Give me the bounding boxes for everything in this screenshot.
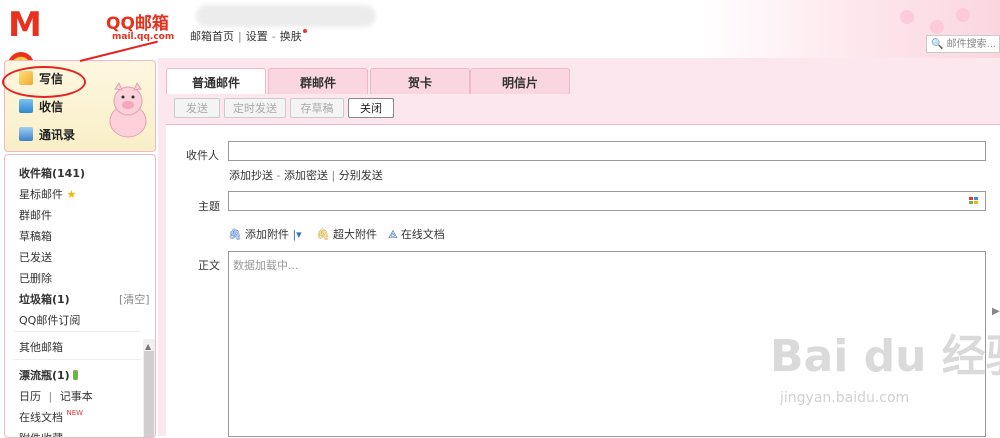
folder-sidebar: 收件箱(141) 星标邮件 ★ 群邮件 草稿箱 已发送 已删除 垃圾箱(1) [… <box>4 154 156 438</box>
search-icon: 🔍 <box>931 39 944 50</box>
new-dot-icon <box>302 29 307 33</box>
mail-search-input[interactable]: 🔍 邮件搜索... <box>926 35 1000 53</box>
close-button[interactable]: 关闭 <box>348 98 394 118</box>
folder-attachment-collection[interactable]: 附件收藏 <box>19 430 63 437</box>
send-button[interactable]: 发送 <box>174 98 220 118</box>
folder-subscription[interactable]: QQ邮件订阅 <box>19 312 80 328</box>
contacts-button[interactable]: 通讯录 <box>19 125 75 145</box>
logo-qq-mail: QQ邮箱 <box>106 14 169 34</box>
tab-greeting-card[interactable]: 贺卡 <box>370 68 470 94</box>
attachment-dropdown-icon[interactable]: |▾ <box>292 228 301 241</box>
folder-online-docs[interactable]: 在线文档 NEW <box>19 409 83 425</box>
logo-url: mail.qq.com <box>112 32 175 42</box>
new-badge: NEW <box>66 409 84 417</box>
notepad-link[interactable]: 记事本 <box>60 390 93 403</box>
folder-starred[interactable]: 星标邮件 ★ <box>19 186 76 202</box>
subject-label: 主题 <box>198 200 220 213</box>
paperclip-icon: 🖇 <box>228 228 242 241</box>
top-links: 邮箱首页 | 设置 - 换肤 <box>190 28 307 44</box>
folder-deleted[interactable]: 已删除 <box>19 270 52 286</box>
schedule-send-button[interactable]: 定时发送 <box>224 98 286 118</box>
blurred-user-info <box>196 5 376 27</box>
baidu-watermark: Bai du 经验 <box>770 331 1000 382</box>
stationery-picker-icon[interactable] <box>969 197 979 205</box>
add-attachment-button[interactable]: 🖇 添加附件 |▾ <box>228 226 302 242</box>
subject-input[interactable] <box>228 191 986 211</box>
folder-drafts[interactable]: 草稿箱 <box>19 228 52 244</box>
to-label: 收件人 <box>186 149 219 162</box>
header: Mil QQ邮箱 mail.qq.com 邮箱首页|设置-换肤 🔍 邮件搜索..… <box>0 0 1000 125</box>
recipient-options: 添加抄送 - 添加密送 | 分别发送 <box>229 167 383 183</box>
mail-home-link[interactable]: 邮箱首页 <box>190 30 234 43</box>
separator: - <box>271 30 276 43</box>
divider <box>13 359 141 360</box>
add-attachment-label: 添加附件 <box>244 228 289 241</box>
compose-toolbar: 发送 定时发送 存草稿 关闭 <box>166 94 1000 122</box>
expand-right-icon[interactable]: ▶ <box>992 306 1000 317</box>
scrollbar-thumb[interactable] <box>144 351 154 437</box>
baidu-watermark-url: jingyan.baidu.com <box>780 390 910 406</box>
tab-group-mail[interactable]: 群邮件 <box>268 68 368 94</box>
folder-drift-bottle[interactable]: 漂流瓶(1) <box>19 367 78 383</box>
receive-label: 收信 <box>39 100 64 114</box>
starred-label: 星标邮件 <box>19 188 63 201</box>
separator: | <box>331 169 336 182</box>
tab-postcard[interactable]: 明信片 <box>470 68 570 94</box>
scroll-up-icon[interactable]: ▲ <box>145 342 151 351</box>
folder-inbox[interactable]: 收件箱(141) <box>19 165 85 181</box>
online-document-label: 在线文档 <box>400 228 445 241</box>
search-placeholder: 邮件搜索... <box>946 39 997 50</box>
calendar-notepad-row: 日历 | 记事本 <box>19 388 93 404</box>
add-bcc-link[interactable]: 添加密送 <box>284 169 328 182</box>
body-label: 正文 <box>198 259 220 272</box>
settings-link[interactable]: 设置 <box>246 30 268 43</box>
tab-normal-mail[interactable]: 普通邮件 <box>166 68 266 94</box>
separator: | <box>48 390 53 403</box>
separator: | <box>238 30 242 43</box>
add-cc-link[interactable]: 添加抄送 <box>229 169 273 182</box>
drift-bottle-label: 漂流瓶(1) <box>19 369 70 382</box>
star-icon: ★ <box>66 188 77 201</box>
bottle-icon <box>72 370 78 380</box>
large-attachment-icon: 🖇 <box>316 228 330 241</box>
highlight-circle-annotation <box>2 66 86 98</box>
contacts-label: 通讯录 <box>39 128 76 142</box>
divider <box>13 331 141 332</box>
folder-sent[interactable]: 已发送 <box>19 249 52 265</box>
folder-other-mailboxes[interactable]: 其他邮箱 <box>19 339 63 355</box>
save-draft-button[interactable]: 存草稿 <box>290 98 344 118</box>
recipient-input[interactable] <box>228 141 986 161</box>
loading-text: 数据加载中... <box>233 259 299 272</box>
folder-group-mail[interactable]: 群邮件 <box>19 207 52 223</box>
skin-link[interactable]: 换肤 <box>280 30 302 43</box>
large-attachment-button[interactable]: 🖇 超大附件 <box>316 226 377 242</box>
pig-illustration <box>109 81 147 138</box>
decorative-flowers <box>890 6 980 36</box>
large-attachment-label: 超大附件 <box>332 228 377 241</box>
folder-spam[interactable]: 垃圾箱(1) <box>19 291 70 307</box>
calendar-link[interactable]: 日历 <box>19 390 41 403</box>
online-document-button[interactable]: ⟁ 在线文档 <box>388 226 445 242</box>
separate-send-link[interactable]: 分别发送 <box>339 169 383 182</box>
empty-spam-link[interactable]: [清空] <box>119 291 150 307</box>
inbox-receive-button[interactable]: 收信 <box>19 97 63 117</box>
separator: - <box>276 169 281 182</box>
online-docs-label: 在线文档 <box>19 411 63 424</box>
share-icon: ⟁ <box>388 228 398 241</box>
sidebar-scrollbar[interactable]: ▲ <box>143 339 155 437</box>
download-icon <box>19 99 33 113</box>
contacts-icon <box>19 127 33 141</box>
